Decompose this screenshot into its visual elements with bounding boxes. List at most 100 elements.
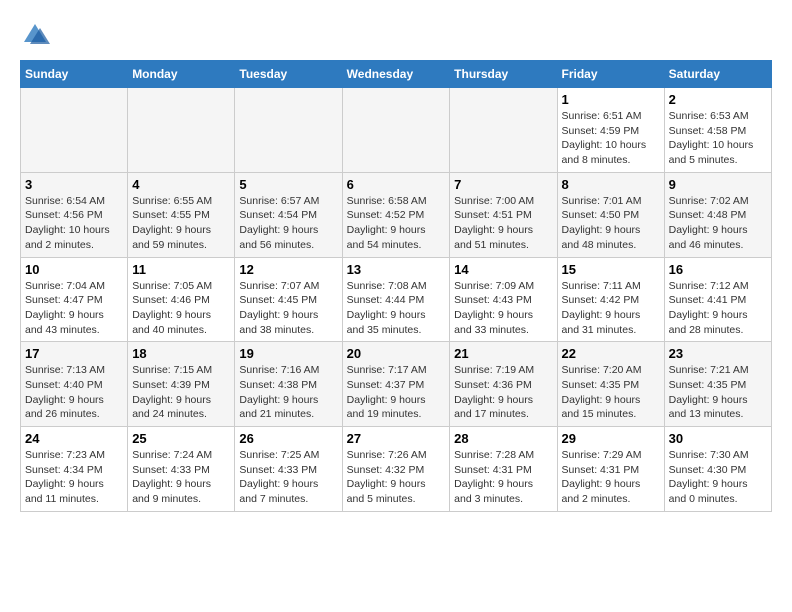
day-number: 8 [562, 177, 660, 192]
calendar-cell: 22Sunrise: 7:20 AM Sunset: 4:35 PM Dayli… [557, 342, 664, 427]
day-number: 5 [239, 177, 337, 192]
calendar-cell: 6 Sunrise: 6:58 AM Sunset: 4:52 PM Daylig… [342, 172, 450, 257]
calendar-cell: 15 Sunrise: 7:11 AM Sunset: 4:42 PM Dayli… [557, 257, 664, 342]
calendar-header-saturday: Saturday [664, 61, 771, 88]
day-number: 3 [25, 177, 123, 192]
calendar-cell: 18 Sunrise: 7:15 AM Sunset: 4:39 PM Dayli… [128, 342, 235, 427]
calendar-cell: 10 Sunrise: 7:04 AM Sunset: 4:47 PM Dayli… [21, 257, 128, 342]
calendar-cell: 29 Sunrise: 7:29 AM Sunset: 4:31 PM Dayli… [557, 427, 664, 512]
day-number: 23 [669, 346, 767, 361]
calendar-header-row: SundayMondayTuesdayWednesdayThursdayFrid… [21, 61, 772, 88]
calendar-cell [342, 88, 450, 173]
day-info: Sunrise: 7:17 AM Sunset: 4:37 PM Dayligh… [347, 363, 446, 422]
day-info: Sunrise: 7:00 AM Sunset: 4:51 PM Dayligh… [454, 194, 552, 253]
calendar-week-row: 1Sunrise: 6:51 AM Sunset: 4:59 PM Daylig… [21, 88, 772, 173]
day-number: 20 [347, 346, 446, 361]
calendar-week-row: 10 Sunrise: 7:04 AM Sunset: 4:47 PM Dayli… [21, 257, 772, 342]
day-info: Sunrise: 7:29 AM Sunset: 4:31 PM Dayligh… [562, 448, 660, 507]
day-info: Sunrise: 7:04 AM Sunset: 4:47 PM Dayligh… [25, 279, 123, 338]
calendar-cell: 7 Sunrise: 7:00 AM Sunset: 4:51 PM Daylig… [450, 172, 557, 257]
day-number: 15 [562, 262, 660, 277]
calendar-cell: 17Sunrise: 7:13 AM Sunset: 4:40 PM Dayli… [21, 342, 128, 427]
day-number: 21 [454, 346, 552, 361]
calendar-cell: 4 Sunrise: 6:55 AM Sunset: 4:55 PM Daylig… [128, 172, 235, 257]
day-info: Sunrise: 7:07 AM Sunset: 4:45 PM Dayligh… [239, 279, 337, 338]
calendar-cell: 12 Sunrise: 7:07 AM Sunset: 4:45 PM Dayli… [235, 257, 342, 342]
day-info: Sunrise: 7:25 AM Sunset: 4:33 PM Dayligh… [239, 448, 337, 507]
calendar-header-friday: Friday [557, 61, 664, 88]
calendar-week-row: 24 Sunrise: 7:23 AM Sunset: 4:34 PM Dayli… [21, 427, 772, 512]
calendar-header-thursday: Thursday [450, 61, 557, 88]
calendar-header-sunday: Sunday [21, 61, 128, 88]
day-info: Sunrise: 7:12 AM Sunset: 4:41 PM Dayligh… [669, 279, 767, 338]
day-number: 4 [132, 177, 230, 192]
day-number: 29 [562, 431, 660, 446]
calendar-cell: 2 Sunrise: 6:53 AM Sunset: 4:58 PM Daylig… [664, 88, 771, 173]
calendar-cell: 21 Sunrise: 7:19 AM Sunset: 4:36 PM Dayli… [450, 342, 557, 427]
day-number: 18 [132, 346, 230, 361]
logo [20, 20, 54, 50]
day-number: 2 [669, 92, 767, 107]
calendar-cell [450, 88, 557, 173]
calendar-cell: 16 Sunrise: 7:12 AM Sunset: 4:41 PM Dayli… [664, 257, 771, 342]
calendar-cell: 14 Sunrise: 7:09 AM Sunset: 4:43 PM Dayli… [450, 257, 557, 342]
day-number: 14 [454, 262, 552, 277]
day-info: Sunrise: 6:55 AM Sunset: 4:55 PM Dayligh… [132, 194, 230, 253]
calendar-header-tuesday: Tuesday [235, 61, 342, 88]
day-info: Sunrise: 7:24 AM Sunset: 4:33 PM Dayligh… [132, 448, 230, 507]
calendar-cell: 23Sunrise: 7:21 AM Sunset: 4:35 PM Dayli… [664, 342, 771, 427]
calendar-cell: 27 Sunrise: 7:26 AM Sunset: 4:32 PM Dayli… [342, 427, 450, 512]
day-number: 28 [454, 431, 552, 446]
calendar-cell [235, 88, 342, 173]
day-info: Sunrise: 7:08 AM Sunset: 4:44 PM Dayligh… [347, 279, 446, 338]
day-number: 13 [347, 262, 446, 277]
day-info: Sunrise: 7:19 AM Sunset: 4:36 PM Dayligh… [454, 363, 552, 422]
day-number: 12 [239, 262, 337, 277]
calendar-cell: 24 Sunrise: 7:23 AM Sunset: 4:34 PM Dayli… [21, 427, 128, 512]
calendar-cell: 30 Sunrise: 7:30 AM Sunset: 4:30 PM Dayli… [664, 427, 771, 512]
day-info: Sunrise: 6:53 AM Sunset: 4:58 PM Dayligh… [669, 109, 767, 168]
calendar-cell: 28 Sunrise: 7:28 AM Sunset: 4:31 PM Dayli… [450, 427, 557, 512]
day-info: Sunrise: 6:58 AM Sunset: 4:52 PM Dayligh… [347, 194, 446, 253]
calendar-cell: 26 Sunrise: 7:25 AM Sunset: 4:33 PM Dayli… [235, 427, 342, 512]
day-number: 22 [562, 346, 660, 361]
day-number: 17 [25, 346, 123, 361]
day-number: 16 [669, 262, 767, 277]
calendar-week-row: 17Sunrise: 7:13 AM Sunset: 4:40 PM Dayli… [21, 342, 772, 427]
calendar-cell: 11 Sunrise: 7:05 AM Sunset: 4:46 PM Dayli… [128, 257, 235, 342]
day-info: Sunrise: 7:23 AM Sunset: 4:34 PM Dayligh… [25, 448, 123, 507]
day-info: Sunrise: 7:15 AM Sunset: 4:39 PM Dayligh… [132, 363, 230, 422]
day-number: 30 [669, 431, 767, 446]
day-info: Sunrise: 7:30 AM Sunset: 4:30 PM Dayligh… [669, 448, 767, 507]
day-number: 27 [347, 431, 446, 446]
header [20, 20, 772, 50]
day-number: 10 [25, 262, 123, 277]
calendar-cell: 9Sunrise: 7:02 AM Sunset: 4:48 PM Daylig… [664, 172, 771, 257]
day-info: Sunrise: 6:57 AM Sunset: 4:54 PM Dayligh… [239, 194, 337, 253]
calendar-cell: 20 Sunrise: 7:17 AM Sunset: 4:37 PM Dayli… [342, 342, 450, 427]
day-info: Sunrise: 7:09 AM Sunset: 4:43 PM Dayligh… [454, 279, 552, 338]
day-info: Sunrise: 6:54 AM Sunset: 4:56 PM Dayligh… [25, 194, 123, 253]
calendar: SundayMondayTuesdayWednesdayThursdayFrid… [20, 60, 772, 512]
day-info: Sunrise: 7:05 AM Sunset: 4:46 PM Dayligh… [132, 279, 230, 338]
calendar-cell: 8Sunrise: 7:01 AM Sunset: 4:50 PM Daylig… [557, 172, 664, 257]
calendar-week-row: 3 Sunrise: 6:54 AM Sunset: 4:56 PM Daylig… [21, 172, 772, 257]
day-number: 19 [239, 346, 337, 361]
calendar-cell: 5 Sunrise: 6:57 AM Sunset: 4:54 PM Daylig… [235, 172, 342, 257]
day-info: Sunrise: 7:28 AM Sunset: 4:31 PM Dayligh… [454, 448, 552, 507]
calendar-cell [21, 88, 128, 173]
day-info: Sunrise: 6:51 AM Sunset: 4:59 PM Dayligh… [562, 109, 660, 168]
day-info: Sunrise: 7:11 AM Sunset: 4:42 PM Dayligh… [562, 279, 660, 338]
calendar-cell: 13 Sunrise: 7:08 AM Sunset: 4:44 PM Dayli… [342, 257, 450, 342]
day-number: 6 [347, 177, 446, 192]
calendar-cell: 19 Sunrise: 7:16 AM Sunset: 4:38 PM Dayli… [235, 342, 342, 427]
day-number: 26 [239, 431, 337, 446]
day-number: 7 [454, 177, 552, 192]
day-number: 25 [132, 431, 230, 446]
day-info: Sunrise: 7:02 AM Sunset: 4:48 PM Dayligh… [669, 194, 767, 253]
day-number: 11 [132, 262, 230, 277]
day-info: Sunrise: 7:26 AM Sunset: 4:32 PM Dayligh… [347, 448, 446, 507]
day-info: Sunrise: 7:16 AM Sunset: 4:38 PM Dayligh… [239, 363, 337, 422]
calendar-header-monday: Monday [128, 61, 235, 88]
day-number: 24 [25, 431, 123, 446]
